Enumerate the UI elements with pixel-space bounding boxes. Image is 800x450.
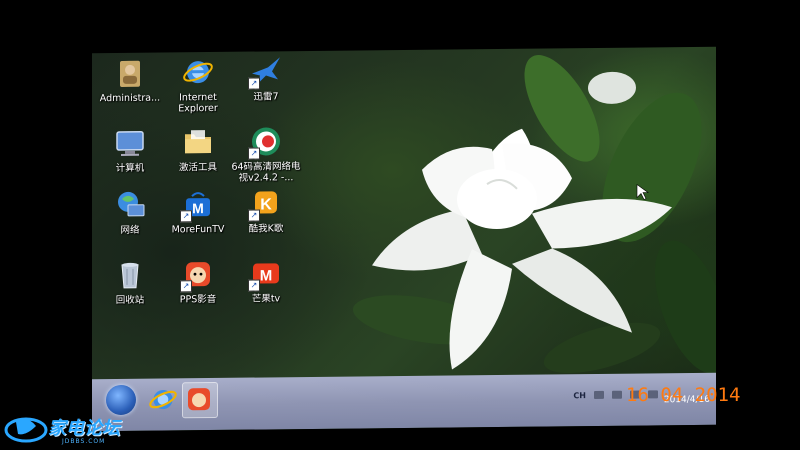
desktop-icon-label: Internet Explorer xyxy=(178,91,218,115)
forum-watermark: 家电论坛 JDBBS.COM xyxy=(4,412,144,448)
computer-icon xyxy=(116,131,144,156)
shortcut-arrow-icon: ↗ xyxy=(248,209,260,222)
desktop-icon-label: 激活工具 xyxy=(178,161,217,174)
svg-text:M: M xyxy=(192,200,204,216)
desktop-icon-administrator[interactable]: Administra... xyxy=(92,56,168,121)
network-icon xyxy=(118,191,145,217)
desktop-icon-label: 芒果tv xyxy=(251,293,281,305)
desktop-icon-label: 迅雷7 xyxy=(253,91,279,103)
folder-icon xyxy=(185,130,211,154)
desktop-icon-activation-tool[interactable]: 激活工具 xyxy=(160,126,236,191)
keyboard-icon[interactable] xyxy=(594,390,604,400)
svg-text:K: K xyxy=(260,196,272,213)
shortcut-arrow-icon: ↗ xyxy=(180,210,192,223)
camera-date-stamp: 16 04 2014 xyxy=(626,384,741,406)
desktop-icon-network[interactable]: 网络 xyxy=(92,188,168,253)
taskbar-ie-button[interactable] xyxy=(146,382,180,416)
desktop-icon-label: Administra... xyxy=(99,92,161,105)
taskbar: CH 2014/4/16 xyxy=(92,372,716,432)
desktop-icon-xunlei[interactable]: ↗ 迅雷7 xyxy=(228,55,304,120)
shortcut-arrow-icon: ↗ xyxy=(248,77,260,90)
desktop-icon-label: 回收站 xyxy=(115,294,145,307)
shortcut-arrow-icon: ↗ xyxy=(248,147,260,160)
shortcut-arrow-icon: ↗ xyxy=(248,279,260,292)
desktop-icon-label: 酷我K歌 xyxy=(248,223,284,235)
start-orb-icon[interactable] xyxy=(106,384,136,416)
desktop-icon-recycle-bin[interactable]: 回收站 xyxy=(92,258,168,323)
ie-icon xyxy=(149,389,177,410)
desktop-icon-label: PPS影音 xyxy=(179,293,217,306)
desktop-icon-label: MoreFunTV xyxy=(171,223,225,236)
tray-arrow-icon[interactable] xyxy=(612,390,622,399)
desktop-icon-morefuntv[interactable]: M ↗ MoreFunTV xyxy=(160,188,236,253)
watermark-logo-icon xyxy=(4,417,48,443)
recycle-bin-icon xyxy=(121,262,139,289)
svg-text:M: M xyxy=(260,267,272,284)
desktop-icon-label: 64码高清网络电视v2.4.2 -... xyxy=(231,161,301,184)
taskbar-pps-button[interactable] xyxy=(182,381,218,419)
desktop-icon-64-hd-tv[interactable]: ↗ 64码高清网络电视v2.4.2 -... xyxy=(228,125,304,190)
watermark-text: 家电论坛 xyxy=(48,418,120,439)
watermark-subtext: JDBBS.COM xyxy=(62,438,106,445)
desktop-icon-computer[interactable]: 计算机 xyxy=(92,126,168,191)
shortcut-arrow-icon: ↗ xyxy=(180,280,192,293)
desktop-icon-kuwo-k-song[interactable]: K ↗ 酷我K歌 xyxy=(228,187,304,252)
user-folder-icon xyxy=(120,60,140,87)
desktop-icon-internet-explorer[interactable]: Internet Explorer xyxy=(160,56,236,121)
ie-icon xyxy=(183,61,213,84)
desktop-icon-pps[interactable]: ↗ PPS影音 xyxy=(160,258,236,323)
desktop-icon-mango-tv[interactable]: M ↗ 芒果tv xyxy=(228,257,304,322)
desktop-icon-label: 计算机 xyxy=(115,162,145,175)
desktop-icon-label: 网络 xyxy=(120,224,140,236)
desktop-screen: Administra... Internet Explorer ↗ 迅雷7 计算… xyxy=(92,46,716,432)
language-indicator[interactable]: CH xyxy=(573,391,586,400)
pps-icon xyxy=(188,388,210,411)
